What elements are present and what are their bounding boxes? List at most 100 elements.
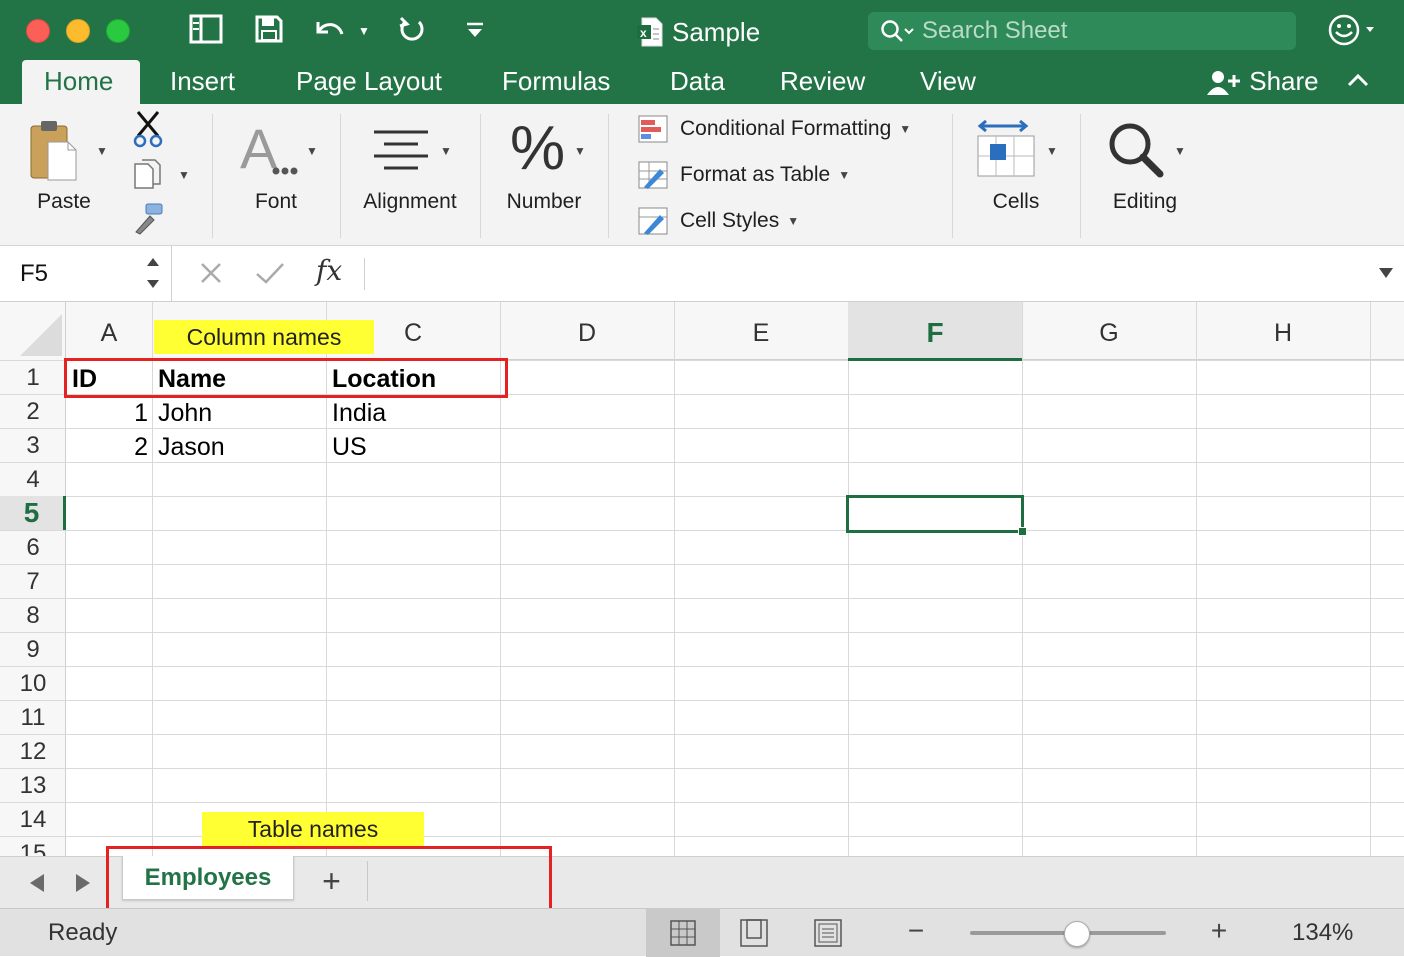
cells-icon[interactable] bbox=[976, 118, 1038, 178]
alignment-icon[interactable] bbox=[372, 128, 430, 172]
formula-input[interactable] bbox=[378, 258, 1358, 290]
row-header-14[interactable]: 14 bbox=[0, 806, 66, 834]
column-header-g[interactable]: G bbox=[1022, 302, 1196, 360]
zoom-slider-thumb[interactable] bbox=[1064, 921, 1090, 947]
tab-home[interactable]: Home bbox=[44, 62, 113, 104]
column-header-h[interactable]: H bbox=[1196, 302, 1370, 360]
collapse-ribbon-icon[interactable] bbox=[1346, 70, 1370, 90]
cell-c2[interactable]: India bbox=[332, 396, 386, 430]
row-header-4[interactable]: 4 bbox=[0, 466, 66, 494]
column-header-a[interactable]: A bbox=[66, 302, 152, 360]
cell-a3[interactable]: 2 bbox=[66, 430, 148, 464]
search-box[interactable] bbox=[868, 12, 1296, 50]
row-header-2[interactable]: 2 bbox=[0, 398, 66, 426]
alignment-dropdown-icon[interactable]: ▼ bbox=[440, 144, 452, 158]
tab-insert[interactable]: Insert bbox=[170, 62, 235, 104]
row-header-7[interactable]: 7 bbox=[0, 568, 66, 596]
find-magnifier-icon[interactable] bbox=[1106, 120, 1166, 180]
grid-line bbox=[0, 802, 1404, 803]
conditional-formatting-button[interactable]: Conditional Formatting ▼ bbox=[638, 112, 911, 146]
zoom-out-button[interactable]: − bbox=[904, 915, 928, 947]
editing-dropdown-icon[interactable]: ▼ bbox=[1174, 144, 1186, 158]
share-button[interactable]: Share bbox=[1206, 62, 1319, 100]
format-as-table-button[interactable]: Format as Table ▼ bbox=[638, 158, 850, 192]
tab-review[interactable]: Review bbox=[780, 62, 865, 104]
insert-function-icon[interactable]: fx bbox=[316, 254, 342, 287]
cell-styles-button[interactable]: Cell Styles ▼ bbox=[638, 204, 799, 238]
page-break-view-icon[interactable] bbox=[814, 919, 842, 952]
tab-view[interactable]: View bbox=[920, 62, 976, 104]
tab-formulas[interactable]: Formulas bbox=[502, 62, 610, 104]
cell-b3[interactable]: Jason bbox=[158, 430, 225, 464]
grid-line bbox=[0, 598, 1404, 599]
column-header-e[interactable]: E bbox=[674, 302, 848, 360]
fill-handle[interactable] bbox=[1018, 527, 1027, 536]
row-header-3[interactable]: 3 bbox=[0, 432, 66, 460]
tab-data[interactable]: Data bbox=[670, 62, 725, 104]
format-painter-icon[interactable] bbox=[132, 202, 166, 236]
cell-b2[interactable]: John bbox=[158, 396, 212, 430]
row-header-10[interactable]: 10 bbox=[0, 670, 66, 698]
prev-sheet-icon[interactable] bbox=[28, 873, 46, 893]
customize-toolbar-icon[interactable] bbox=[462, 14, 488, 48]
redo-icon[interactable] bbox=[396, 14, 428, 48]
select-all-corner[interactable] bbox=[0, 302, 66, 360]
row-header-8[interactable]: 8 bbox=[0, 602, 66, 630]
normal-view-button[interactable] bbox=[646, 909, 720, 957]
expand-formula-bar-icon[interactable] bbox=[1378, 266, 1394, 280]
search-input[interactable] bbox=[922, 16, 1282, 46]
format-as-table-dropdown-icon: ▼ bbox=[838, 168, 851, 183]
row-header-13[interactable]: 13 bbox=[0, 772, 66, 800]
formula-bar-divider bbox=[364, 258, 365, 290]
cells-label: Cells bbox=[992, 190, 1040, 213]
font-dropdown-icon[interactable]: ▼ bbox=[306, 144, 318, 158]
font-icon[interactable]: A bbox=[240, 117, 300, 182]
row-header-9[interactable]: 9 bbox=[0, 636, 66, 664]
column-header-d[interactable]: D bbox=[500, 302, 674, 360]
copy-dropdown-icon[interactable]: ▼ bbox=[178, 168, 190, 182]
confirm-entry-icon[interactable] bbox=[254, 260, 286, 286]
column-names-annotation: Column names bbox=[154, 320, 374, 354]
row-header-5[interactable]: 5 bbox=[0, 496, 66, 530]
row-header-6[interactable]: 6 bbox=[0, 534, 66, 562]
tab-page-layout[interactable]: Page Layout bbox=[296, 62, 442, 104]
row-header-15[interactable]: 15 bbox=[0, 840, 66, 856]
ribbon-separator bbox=[340, 114, 341, 238]
number-label: Number bbox=[506, 190, 582, 213]
undo-dropdown-icon[interactable]: ▼ bbox=[356, 14, 372, 48]
maximize-window-button[interactable] bbox=[106, 19, 130, 43]
sidebar-toggle-icon[interactable] bbox=[188, 14, 224, 48]
grid-line bbox=[1022, 302, 1023, 856]
page-layout-view-icon[interactable] bbox=[740, 919, 768, 952]
zoom-level[interactable]: 134% bbox=[1292, 919, 1353, 947]
cell-a2[interactable]: 1 bbox=[66, 396, 148, 430]
column-header-f[interactable]: F bbox=[848, 302, 1022, 361]
zoom-in-button[interactable]: + bbox=[1206, 915, 1232, 947]
minimize-window-button[interactable] bbox=[66, 19, 90, 43]
normal-view-icon bbox=[670, 920, 696, 951]
paste-dropdown-icon[interactable]: ▼ bbox=[96, 144, 108, 158]
cell-styles-dropdown-icon: ▼ bbox=[787, 214, 800, 229]
worksheet-grid[interactable]: A B C D E F G H 1 2 3 4 5 6 7 8 9 10 11 … bbox=[0, 302, 1404, 856]
close-window-button[interactable] bbox=[26, 19, 50, 43]
paste-icon[interactable] bbox=[28, 116, 82, 184]
selected-cell-f5[interactable] bbox=[846, 495, 1024, 533]
cell-c3[interactable]: US bbox=[332, 430, 367, 464]
ribbon-separator bbox=[952, 114, 953, 238]
copy-icon[interactable] bbox=[132, 158, 164, 192]
cells-dropdown-icon[interactable]: ▼ bbox=[1046, 144, 1058, 158]
row-header-1[interactable]: 1 bbox=[0, 364, 66, 392]
name-box[interactable]: F5 bbox=[0, 246, 172, 302]
title-bar: ▼ x Sample Home Insert Page Layout Formu… bbox=[0, 0, 1404, 104]
row-header-12[interactable]: 12 bbox=[0, 738, 66, 766]
smiley-feedback-icon[interactable] bbox=[1326, 12, 1382, 48]
cancel-entry-icon[interactable] bbox=[198, 260, 224, 286]
undo-icon[interactable] bbox=[310, 14, 350, 48]
row-header-11[interactable]: 11 bbox=[0, 704, 66, 732]
number-dropdown-icon[interactable]: ▼ bbox=[574, 144, 586, 158]
percent-icon[interactable]: % bbox=[510, 118, 566, 180]
next-sheet-icon[interactable] bbox=[74, 873, 92, 893]
cut-icon[interactable] bbox=[132, 110, 166, 148]
save-icon[interactable] bbox=[252, 14, 286, 48]
name-box-stepper-icon[interactable] bbox=[144, 254, 162, 294]
